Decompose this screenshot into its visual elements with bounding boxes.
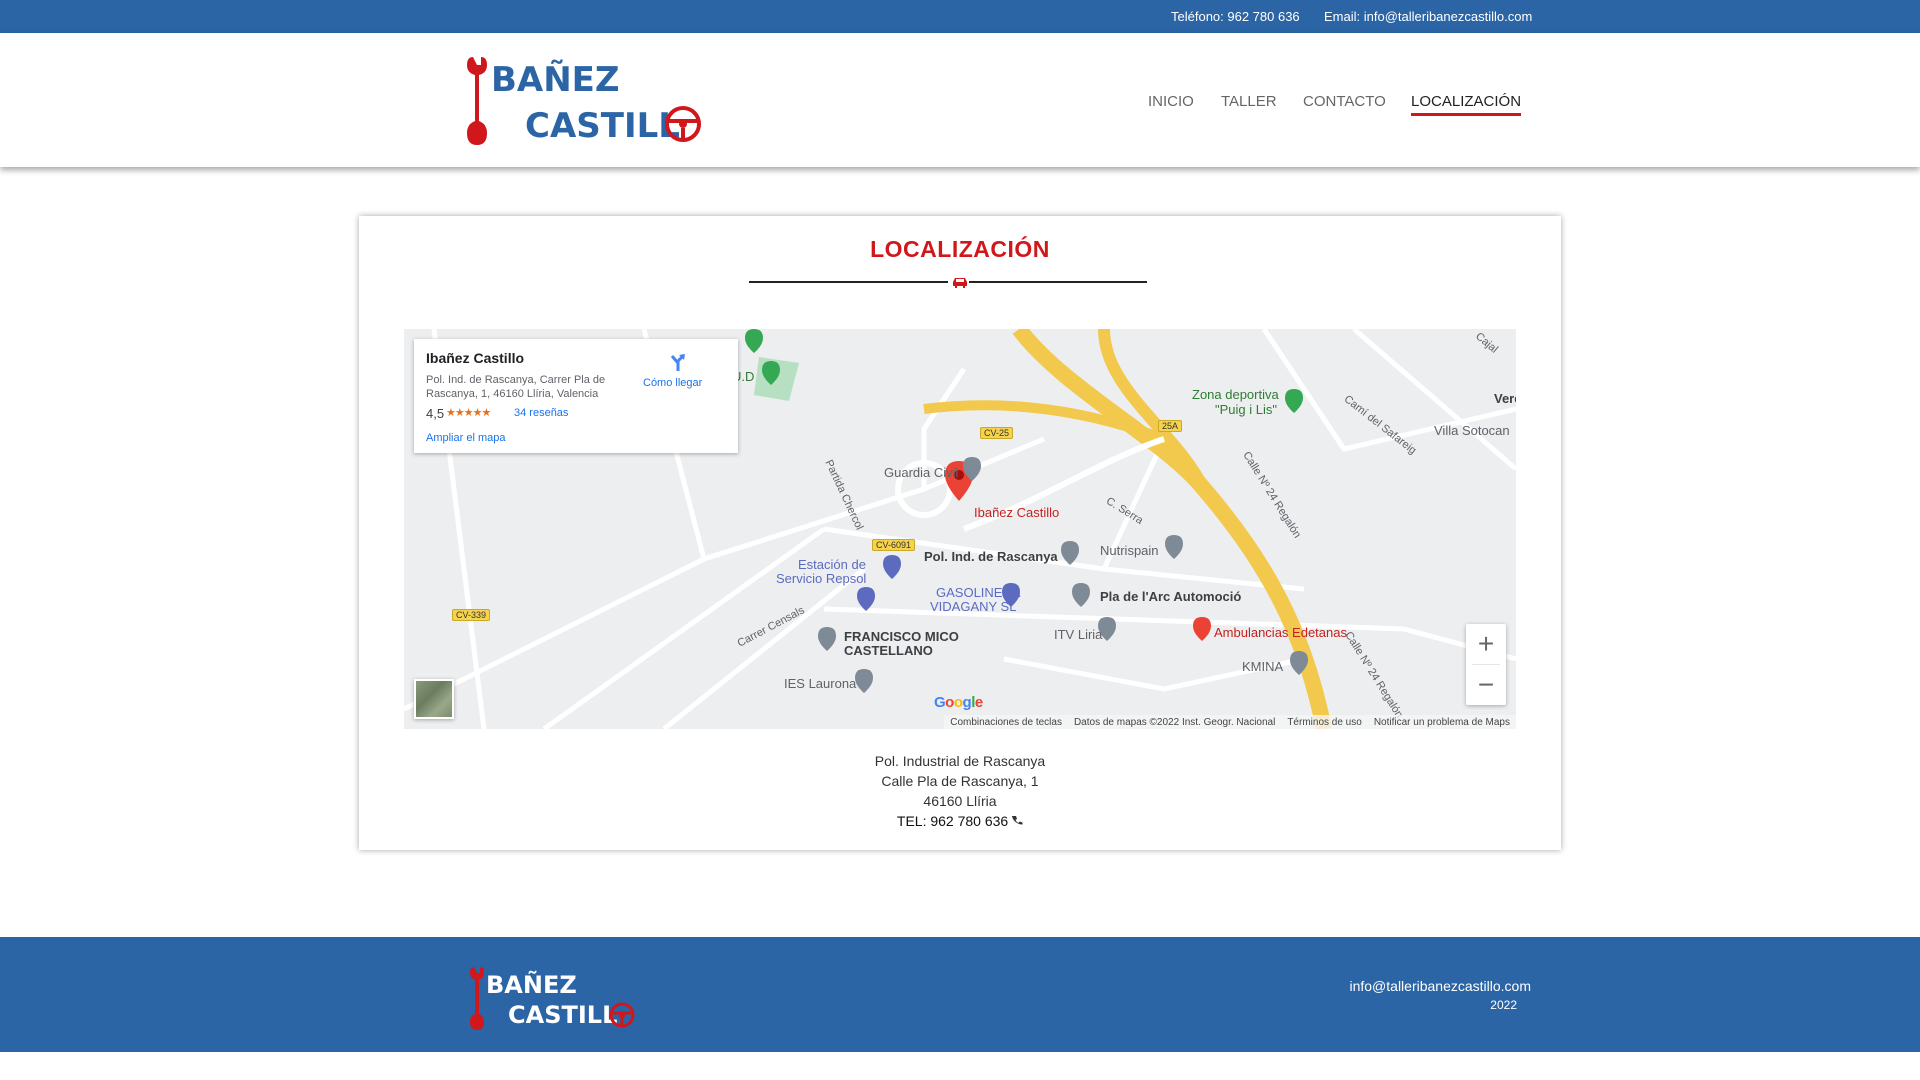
map-label-ies: IES Laurona	[784, 676, 857, 691]
address-line2: Calle Pla de Rascanya, 1	[881, 773, 1039, 789]
top-bar: Teléfono: 962 780 636 Email: info@taller…	[0, 0, 1920, 33]
logo-line1: BAÑEZ	[491, 59, 620, 100]
road-shield-cv6091: CV-6091	[872, 539, 916, 551]
enlarge-map-link[interactable]: Ampliar el mapa	[426, 432, 505, 444]
report-problem-link[interactable]: Notificar un problema de Maps	[1374, 717, 1510, 728]
shop-pin-icon	[857, 587, 875, 611]
wrench-icon	[470, 967, 484, 1030]
site-logo[interactable]: BAÑEZ CASTILL	[465, 49, 705, 149]
map-label-estacion1: Estación de	[798, 557, 866, 572]
map-label-zona1: Zona deportiva	[1192, 387, 1279, 402]
place-rating: 4,5	[426, 406, 445, 421]
address-block: Pol. Industrial de Rascanya Calle Pla de…	[359, 751, 1561, 831]
map-label-villa: Villa Sotocan	[1434, 423, 1510, 438]
place-address: Pol. Ind. de Rascanya, Carrer Pla de Ras…	[426, 374, 606, 400]
topbar-phone[interactable]: Teléfono: 962 780 636	[1171, 9, 1300, 24]
place-name: Ibañez Castillo	[426, 350, 525, 366]
directions-icon[interactable]	[667, 351, 689, 373]
park-pin-icon	[1285, 389, 1303, 413]
map-data-credit: Datos de mapas ©2022 Inst. Geogr. Nacion…	[1073, 716, 1276, 728]
map-label-itv: ITV Liria	[1054, 627, 1103, 642]
nav-localizacion[interactable]: LOCALIZACIÓN	[1411, 93, 1522, 116]
road-shield-cv339: CV-339	[452, 609, 491, 621]
zoom-out-button[interactable]: −	[1466, 665, 1506, 705]
map-label-poligono: Pol. Ind. de Rascanya	[924, 549, 1058, 564]
footer-logo-line2: CASTILL	[508, 1001, 617, 1029]
site-footer: BAÑEZ CASTILL info@talleribanezcastillo.…	[0, 937, 1920, 1052]
map-label-kmina: KMINA	[1242, 659, 1284, 674]
zoom-in-button[interactable]: +	[1466, 624, 1506, 664]
road-shield-cv25: CV-25	[980, 427, 1014, 439]
directions-link[interactable]: Cómo llegar	[643, 377, 702, 389]
map-label-estacion2: Servicio Repsol	[776, 571, 867, 586]
address-line3: 46160 Llíria	[923, 793, 997, 809]
title-divider	[749, 276, 1147, 288]
map-label-francisco1: FRANCISCO MICO	[844, 629, 959, 644]
map-label-ambulancias: Ambulancias Edetanas	[1214, 625, 1347, 640]
school-pin-icon	[855, 669, 873, 693]
satellite-toggle-button[interactable]	[414, 679, 454, 719]
embedded-map[interactable]: U.D Zona deportiva "Puig i Lis" Guardia …	[404, 329, 1516, 729]
address-line1: Pol. Industrial de Rascanya	[874, 753, 1046, 769]
nav-contacto[interactable]: CONTACTO	[1303, 93, 1386, 110]
business-pin-icon	[1072, 583, 1090, 607]
map-label-francisco2: CASTELLANO	[844, 643, 933, 658]
map-label-gasolinera1: GASOLINERA	[936, 585, 1021, 600]
nav-inicio[interactable]: INICIO	[1148, 93, 1194, 110]
rating-stars-icon: ★★★★★	[446, 407, 491, 419]
footer-email[interactable]: info@talleribanezcastillo.com	[1349, 978, 1531, 994]
map-label-vere: Vere	[1494, 391, 1516, 406]
phone-icon	[1012, 816, 1023, 825]
map-label-nutrispain: Nutrispain	[1100, 543, 1159, 558]
map-label-place: Ibañez Castillo	[974, 505, 1060, 520]
terms-link[interactable]: Términos de uso	[1287, 717, 1361, 728]
business-pin-icon	[1290, 651, 1308, 675]
business-pin-icon	[1061, 541, 1079, 565]
business-pin-icon	[818, 627, 836, 651]
site-header: BAÑEZ CASTILL INICIO TALLER CONTACTO LOC…	[0, 33, 1920, 167]
tel-text[interactable]: TEL: 962 780 636	[897, 813, 1008, 829]
map-label-pla: Pla de l'Arc Automoció	[1100, 589, 1242, 604]
map-label-guardia: Guardia Civil	[884, 465, 959, 480]
footer-logo[interactable]: BAÑEZ CASTILL	[468, 963, 638, 1033]
road-shield-25a: 25A	[1158, 420, 1183, 432]
map-label-gasolinera2: VIDAGANY SL	[930, 599, 1017, 614]
gas-station-pin-icon	[883, 555, 901, 579]
business-pin-icon	[1165, 535, 1183, 559]
police-pin-icon	[963, 457, 981, 481]
zoom-controls: + −	[1466, 624, 1506, 705]
footer-year: 2022	[1490, 998, 1517, 1012]
nav-taller[interactable]: TALLER	[1221, 93, 1277, 110]
logo-line2: CASTILL	[525, 106, 680, 146]
google-logo: Google	[934, 694, 983, 711]
map-attribution: Combinaciones de teclas Datos de mapas ©…	[944, 715, 1516, 729]
keyboard-shortcuts-link[interactable]: Combinaciones de teclas	[950, 717, 1062, 728]
map-info-card: Ibañez Castillo Pol. Ind. de Rascanya, C…	[414, 339, 738, 453]
park-pin-icon	[745, 329, 763, 353]
footer-logo-line1: BAÑEZ	[486, 970, 577, 999]
car-icon	[953, 278, 967, 288]
location-card: LOCALIZACIÓN U.D Zona deportiva "Puig i …	[359, 216, 1561, 850]
map-label-zona2: "Puig i Lis"	[1215, 402, 1277, 417]
wrench-icon	[467, 57, 487, 145]
reviews-link[interactable]: 34 reseñas	[514, 407, 568, 419]
topbar-email[interactable]: Email: info@talleribanezcastillo.com	[1324, 9, 1532, 24]
address-tel[interactable]: TEL: 962 780 636	[359, 811, 1561, 831]
page-title: LOCALIZACIÓN	[870, 236, 1050, 262]
medical-pin-icon	[1193, 617, 1211, 641]
park-pin-icon	[762, 361, 780, 385]
